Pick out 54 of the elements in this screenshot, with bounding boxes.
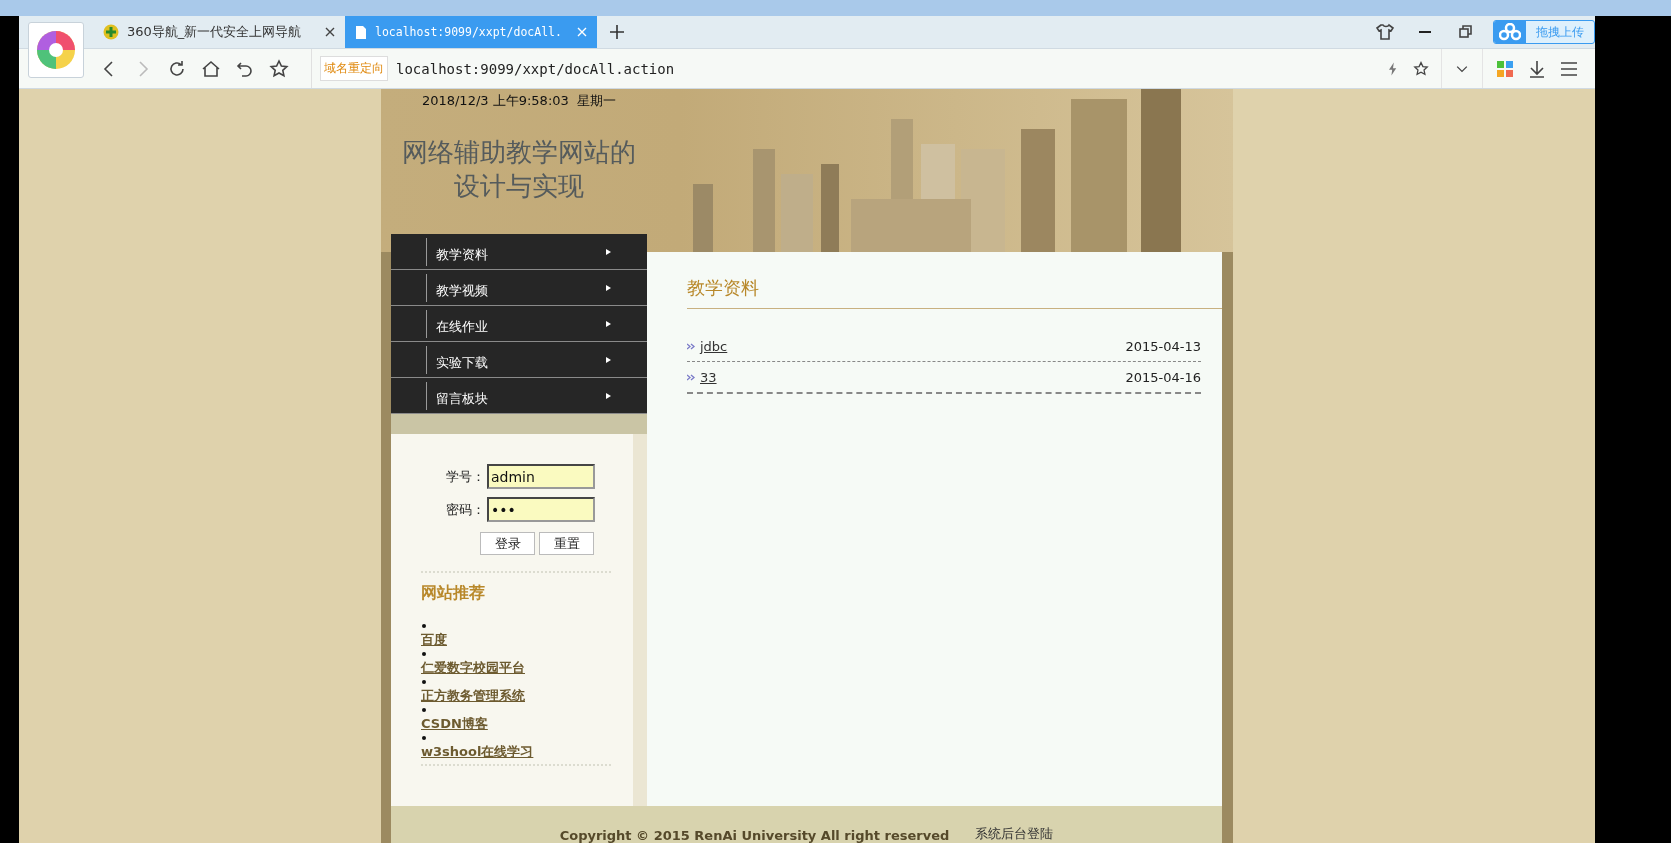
document-date: 2015-04-13 <box>1125 338 1201 354</box>
menu-item[interactable]: 教学资料 <box>391 234 647 270</box>
link[interactable]: 正方教务管理系统 <box>421 687 525 705</box>
document-date: 2015-04-16 <box>1125 369 1201 385</box>
form-button[interactable]: 重置 <box>539 532 594 555</box>
section-title: 教学资料 <box>687 276 1222 309</box>
caret-icon <box>606 356 611 363</box>
shirt-icon[interactable] <box>1375 22 1395 42</box>
site-title: 网络辅助教学网站的 <box>402 136 636 169</box>
reload-icon[interactable] <box>167 58 187 79</box>
field-label: 密码： <box>445 500 485 519</box>
bullet-icon <box>422 652 426 656</box>
browser-tab[interactable]: 360导航_新一代安全上网导航 <box>93 16 345 48</box>
cloud-icon <box>1499 23 1521 41</box>
date-time: 2018/12/3 上午9:58:03 星期一 <box>421 92 617 110</box>
caret-icon <box>606 248 611 255</box>
caret-icon <box>606 284 611 291</box>
double-arrow-icon <box>687 342 696 350</box>
star-icon[interactable] <box>269 58 289 79</box>
home-icon[interactable] <box>201 58 221 79</box>
browser-logo-icon[interactable] <box>35 29 77 71</box>
document-link[interactable]: 33 <box>700 369 1126 385</box>
star-icon[interactable] <box>1413 60 1429 77</box>
menu-item[interactable]: 在线作业 <box>391 306 647 342</box>
link[interactable]: CSDN博客 <box>421 715 488 733</box>
menu-item[interactable]: 实验下载 <box>391 342 647 378</box>
link[interactable]: 百度 <box>421 631 447 649</box>
link[interactable]: 仁爱数字校园平台 <box>421 659 525 677</box>
double-arrow-icon <box>687 373 696 381</box>
close-icon[interactable] <box>325 27 335 37</box>
form-button[interactable]: 登录 <box>480 532 535 555</box>
site-title: 设计与实现 <box>453 170 585 203</box>
admin-login-link[interactable]: 系统后台登陆 <box>975 825 1054 843</box>
document-link[interactable]: jdbc <box>700 338 1126 354</box>
bullet-icon <box>422 736 426 740</box>
bullet-icon <box>422 680 426 684</box>
bullet-icon <box>422 624 426 628</box>
section-title: 网站推荐 <box>421 583 486 604</box>
plus-circle-icon <box>103 24 119 40</box>
bullet-icon <box>422 708 426 712</box>
menu-item[interactable]: 教学视频 <box>391 270 647 306</box>
apps-grid-icon[interactable] <box>1495 58 1515 79</box>
address-field[interactable]: localhost:9099/xxpt/docAll.action <box>396 60 675 77</box>
caret-icon <box>606 392 611 399</box>
page-icon <box>355 24 367 40</box>
field-label: 学号： <box>445 467 485 486</box>
link[interactable]: w3shool在线学习 <box>421 743 534 761</box>
menu-item[interactable]: 留言板块 <box>391 378 647 414</box>
plus-icon <box>609 24 625 40</box>
input-field[interactable]: admin <box>487 464 595 489</box>
caret-icon <box>606 320 611 327</box>
download-icon[interactable] <box>1527 58 1547 79</box>
copyright-text: Copyright © 2015 RenAi University All right reserved <box>559 828 950 843</box>
input-field[interactable]: ••• <box>487 497 595 522</box>
